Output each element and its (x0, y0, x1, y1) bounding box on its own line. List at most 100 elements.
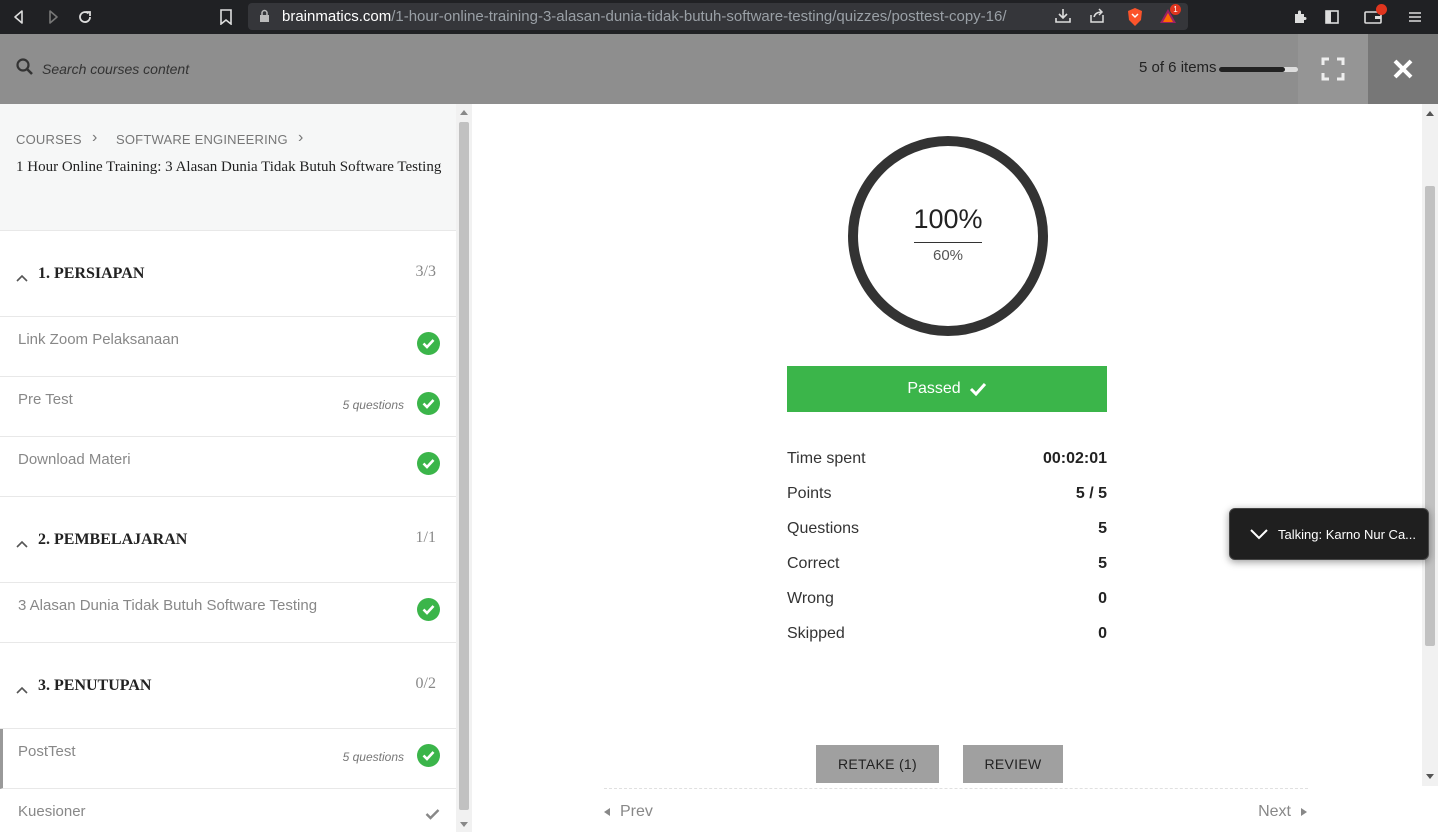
section-header-pembelajaran[interactable]: 2. PEMBELAJARAN 1/1 (0, 497, 456, 583)
forward-icon[interactable] (42, 6, 64, 28)
main-scrollbar[interactable] (1422, 104, 1438, 786)
reload-icon[interactable] (74, 6, 96, 28)
completed-check-icon (417, 452, 440, 475)
stat-label: Questions (787, 520, 860, 537)
close-icon (1393, 59, 1413, 79)
chevron-down-icon[interactable] (1250, 528, 1268, 540)
curriculum-sidebar: COURSES › SOFTWARE ENGINEERING › 1 Hour … (0, 104, 456, 832)
result-status-badge: Passed (787, 366, 1107, 412)
lesson-item[interactable]: Link Zoom Pelaksanaan (0, 317, 456, 377)
quiz-item-current[interactable]: PostTest 5 questions (0, 729, 456, 789)
question-count: 5 questions (342, 398, 404, 412)
section-count: 1/1 (415, 529, 436, 546)
section-count: 0/2 (415, 675, 436, 692)
expand-icon (1321, 57, 1345, 81)
breadcrumb-separator-icon: › (298, 129, 304, 146)
lesson-label: 3 Alasan Dunia Tidak Butuh Software Test… (18, 597, 318, 614)
sidebar-icon[interactable] (1321, 6, 1343, 28)
result-score-circle: 100% 60% (848, 136, 1048, 336)
breadcrumb-courses[interactable]: COURSES (16, 132, 82, 147)
extensions-icon[interactable] (1289, 6, 1311, 28)
address-bar[interactable]: brainmatics.com/1-hour-online-training-3… (248, 3, 1188, 30)
completed-check-icon (417, 598, 440, 621)
prev-button[interactable]: Prev (604, 803, 653, 821)
scroll-down-icon[interactable] (1426, 774, 1434, 780)
course-header: 5 of 6 items (0, 34, 1438, 104)
section-header-persiapan[interactable]: 1. PERSIAPAN 3/3 (0, 231, 456, 317)
lesson-label: PostTest (18, 743, 76, 760)
completed-check-icon (417, 392, 440, 415)
progress-bar-fill (1219, 67, 1285, 72)
main-scrollbar-thumb[interactable] (1425, 186, 1435, 646)
stat-value: 00:02:01 (1042, 450, 1107, 467)
section-title: 3. PENUTUPAN (38, 677, 152, 694)
stat-row-questions: Questions 5 (787, 512, 1107, 547)
caret-right-icon (1301, 808, 1307, 816)
quiz-item[interactable]: Pre Test 5 questions (0, 377, 456, 437)
section-title: 2. PEMBELAJARAN (38, 531, 188, 548)
stat-label: Correct (787, 555, 840, 572)
url-host: brainmatics.com (282, 8, 392, 25)
back-icon[interactable] (8, 6, 30, 28)
chevron-up-icon (16, 681, 28, 699)
download-icon[interactable] (1054, 7, 1072, 30)
scroll-down-icon[interactable] (460, 822, 468, 828)
check-icon (969, 382, 986, 396)
caret-left-icon (604, 808, 610, 816)
sidebar-scrollbar-thumb[interactable] (459, 122, 469, 810)
stat-label: Points (787, 485, 832, 502)
menu-icon[interactable] (1404, 6, 1426, 28)
lesson-label: Pre Test (18, 391, 73, 408)
stat-value: 0 (1098, 590, 1107, 607)
lesson-item[interactable]: Download Materi (0, 437, 456, 497)
stat-label: Skipped (787, 625, 845, 642)
chevron-up-icon (16, 269, 28, 287)
prev-label: Prev (620, 803, 653, 820)
breadcrumb-separator-icon: › (92, 129, 98, 146)
stat-row-time-spent: Time spent 00:02:01 (787, 442, 1107, 477)
sidebar-header: COURSES › SOFTWARE ENGINEERING › 1 Hour … (0, 104, 456, 231)
lesson-label: Kuesioner (18, 803, 86, 820)
share-icon[interactable] (1088, 7, 1106, 30)
scroll-up-icon[interactable] (1426, 110, 1434, 116)
fullscreen-button[interactable] (1298, 34, 1368, 104)
talking-text: Talking: Karno Nur Ca... (1278, 526, 1417, 542)
close-button[interactable] (1368, 34, 1438, 104)
bookmark-icon[interactable] (215, 6, 237, 28)
question-count: 5 questions (342, 750, 404, 764)
completed-check-icon (417, 332, 440, 355)
result-status-label: Passed (907, 380, 961, 397)
stat-row-skipped: Skipped 0 (787, 617, 1107, 652)
review-button[interactable]: REVIEW (963, 745, 1063, 783)
retake-button[interactable]: RETAKE (1) (816, 745, 939, 783)
course-title[interactable]: 1 Hour Online Training: 3 Alasan Dunia T… (16, 154, 446, 180)
next-label: Next (1258, 803, 1291, 820)
stat-value: 5 (1098, 555, 1107, 572)
completed-check-icon (417, 744, 440, 767)
search-input[interactable] (42, 58, 442, 80)
search-icon (16, 58, 34, 81)
rewards-badge: 1 (1170, 4, 1181, 15)
talking-indicator-toast[interactable]: Talking: Karno Nur Ca... (1229, 508, 1429, 560)
stat-value: 5 (1098, 520, 1107, 537)
url-text: brainmatics.com/1-hour-online-training-3… (282, 8, 1007, 25)
section-title: 1. PERSIAPAN (38, 265, 145, 282)
stat-value: 5 / 5 (1075, 485, 1107, 502)
section-count: 3/3 (415, 263, 436, 280)
stat-label: Time spent (787, 450, 866, 467)
wallet-notification-dot (1376, 4, 1387, 15)
progress-label: 5 of 6 items (1139, 59, 1217, 76)
breadcrumb-category[interactable]: SOFTWARE ENGINEERING (116, 132, 288, 147)
lock-icon (259, 9, 270, 28)
brave-shield-icon[interactable] (1126, 7, 1144, 32)
scroll-up-icon[interactable] (460, 109, 468, 115)
progress-bar (1219, 67, 1298, 72)
section-header-penutupan[interactable]: 3. PENUTUPAN 0/2 (0, 643, 456, 729)
next-button[interactable]: Next (1258, 803, 1307, 821)
passing-grade: 60% (932, 247, 964, 264)
stat-row-wrong: Wrong 0 (787, 582, 1107, 617)
stat-row-points: Points 5 / 5 (787, 477, 1107, 512)
lesson-item[interactable]: Kuesioner (0, 789, 456, 832)
lesson-item[interactable]: 3 Alasan Dunia Tidak Butuh Software Test… (0, 583, 456, 643)
sidebar-scrollbar[interactable] (456, 104, 472, 832)
